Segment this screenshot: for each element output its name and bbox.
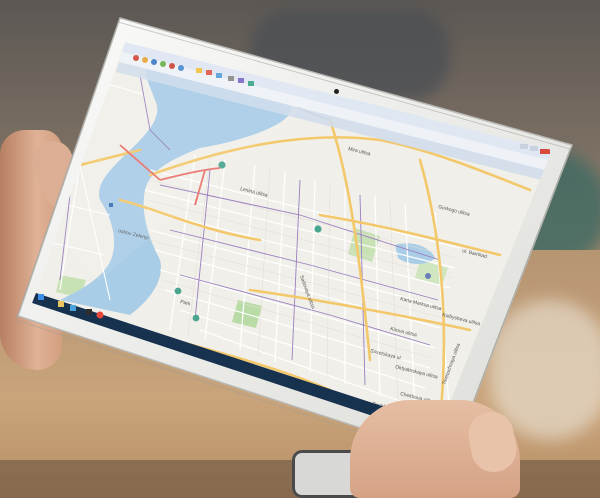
minimize-icon[interactable] <box>520 144 528 149</box>
chrome-icon[interactable] <box>96 311 104 319</box>
poi-pin[interactable] <box>174 287 182 295</box>
maximize-icon[interactable] <box>530 146 538 151</box>
close-icon[interactable] <box>540 149 550 154</box>
start-icon[interactable] <box>38 294 44 300</box>
photo-scene: ul. Barrikad Sovetskaya ul. Kuibysheva u… <box>0 0 600 498</box>
poi-pin[interactable] <box>425 273 431 279</box>
poi-pin[interactable] <box>192 314 200 322</box>
app-taskbar-icon[interactable] <box>70 305 76 311</box>
poi-pin[interactable] <box>314 225 322 233</box>
file-explorer-icon[interactable] <box>58 301 64 307</box>
terminal-icon[interactable] <box>86 309 92 315</box>
front-camera <box>334 89 339 94</box>
